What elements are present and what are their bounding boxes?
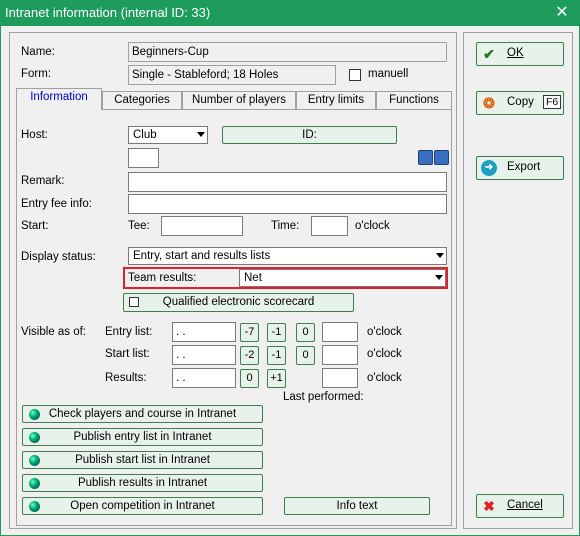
globe-icon (29, 455, 40, 466)
start-list-label: Start list: (105, 348, 150, 360)
publish-entry-list-label: Publish entry list in Intranet (73, 431, 212, 443)
check-players-label: Check players and course in Intranet (48, 408, 237, 420)
publish-entry-list-button[interactable]: Publish entry list in Intranet (22, 428, 263, 446)
tab-entry-limits[interactable]: Entry limits (296, 91, 376, 109)
start-oclock-label: o'clock (367, 348, 402, 360)
display-status-label: Display status: (21, 251, 96, 263)
entry-minus7-button[interactable]: -7 (240, 323, 259, 342)
results-date[interactable]: . . (172, 368, 236, 388)
start-label: Start: (21, 220, 49, 232)
app-window: Intranet information (internal ID: 33) ✕… (0, 0, 580, 536)
scorecard-label: Qualified electronic scorecard (162, 296, 315, 308)
client-area: Name: Beginners-Cup Form: Single - Stabl… (1, 26, 579, 535)
team-results-value: Net (244, 272, 262, 284)
entry-minus1-button[interactable]: -1 (267, 323, 286, 342)
copy-icon: ❂ (483, 95, 495, 111)
entry-list-date[interactable]: . . (172, 322, 236, 342)
host-dropdown[interactable]: Club (128, 126, 208, 144)
tee-label: Tee: (128, 220, 150, 232)
tab-number-of-players[interactable]: Number of players (182, 91, 296, 109)
publish-results-label: Publish results in Intranet (77, 477, 208, 489)
ok-label: OK (507, 47, 524, 59)
entry-time-field[interactable] (322, 322, 358, 342)
publish-start-list-button[interactable]: Publish start list in Intranet (22, 451, 263, 469)
search-icon[interactable] (434, 150, 449, 165)
info-text-button[interactable]: Info text (284, 497, 430, 515)
display-status-value: Entry, start and results lists (133, 250, 271, 262)
host-value: Club (133, 129, 157, 141)
form-label: Form: (21, 68, 52, 80)
copy-label: Copy (507, 96, 534, 108)
ok-button[interactable]: ✔ OK (476, 42, 564, 66)
start-time-field[interactable] (322, 345, 358, 365)
export-icon: ➜ (481, 160, 497, 176)
tab-functions[interactable]: Functions (376, 91, 452, 109)
title-bar: Intranet information (internal ID: 33) ✕ (0, 0, 580, 26)
close-icon: ✖ (483, 498, 495, 514)
start-zero-button[interactable]: 0 (296, 346, 315, 365)
id-button[interactable]: ID: (222, 126, 397, 144)
results-time-field[interactable] (322, 368, 358, 388)
oclock-label: o'clock (355, 220, 390, 232)
manual-label: manuell (368, 68, 409, 80)
cancel-label: Cancel (507, 499, 543, 511)
visible-as-of-label: Visible as of: (21, 326, 86, 338)
chevron-down-icon (435, 275, 443, 280)
globe-icon (29, 409, 40, 420)
tab-information[interactable]: Information (16, 88, 102, 110)
host-id-field[interactable] (128, 148, 159, 168)
globe-icon (29, 501, 40, 512)
copy-shortcut: F6 (543, 95, 562, 109)
scorecard-checkbox[interactable] (129, 297, 139, 307)
entry-list-label: Entry list: (105, 326, 153, 338)
remark-field[interactable] (128, 172, 447, 192)
check-players-button[interactable]: Check players and course in Intranet (22, 405, 263, 423)
form-field[interactable]: Single - Stableford; 18 Holes (128, 65, 336, 85)
last-performed-label: Last performed: (283, 391, 364, 403)
start-minus2-button[interactable]: -2 (240, 346, 259, 365)
export-label: Export (507, 161, 541, 173)
results-plus1-button[interactable]: +1 (267, 369, 286, 388)
tab-categories[interactable]: Categories (102, 91, 182, 109)
fee-label: Entry fee info: (21, 198, 92, 210)
publish-results-button[interactable]: Publish results in Intranet (22, 474, 263, 492)
results-label: Results: (105, 372, 147, 384)
window-title: Intranet information (internal ID: 33) (5, 5, 211, 20)
cancel-button[interactable]: ✖ Cancel (476, 494, 564, 518)
chevron-down-icon (197, 132, 205, 137)
entry-zero-button[interactable]: 0 (296, 323, 315, 342)
results-zero-button[interactable]: 0 (240, 369, 259, 388)
scorecard-button[interactable]: Qualified electronic scorecard (123, 293, 354, 312)
team-results-label: Team results: (128, 272, 197, 284)
open-competition-label: Open competition in Intranet (70, 500, 215, 512)
checkmark-icon: ✔ (483, 46, 495, 62)
close-icon[interactable]: ✕ (552, 3, 572, 23)
host-label: Host: (21, 129, 48, 141)
tee-field[interactable] (161, 216, 243, 236)
time-label: Time: (271, 220, 300, 232)
copy-button[interactable]: ❂ Copy F6 (476, 91, 564, 115)
open-competition-button[interactable]: Open competition in Intranet (22, 497, 263, 515)
name-label: Name: (21, 46, 55, 58)
globe-icon (29, 478, 40, 489)
team-results-dropdown[interactable]: Net (239, 269, 446, 287)
start-minus1-button[interactable]: -1 (267, 346, 286, 365)
publish-start-list-label: Publish start list in Intranet (75, 454, 210, 466)
globe-icon (29, 432, 40, 443)
start-list-date[interactable]: . . (172, 345, 236, 365)
display-status-dropdown[interactable]: Entry, start and results lists (128, 247, 447, 265)
chevron-down-icon (436, 253, 444, 258)
time-field[interactable] (311, 216, 348, 236)
table-icon[interactable] (418, 150, 433, 165)
manual-checkbox[interactable] (349, 69, 361, 81)
remark-label: Remark: (21, 175, 65, 187)
results-oclock-label: o'clock (367, 372, 402, 384)
entry-oclock-label: o'clock (367, 326, 402, 338)
export-button[interactable]: ➜ Export (476, 156, 564, 180)
fee-field[interactable] (128, 194, 447, 214)
name-field[interactable]: Beginners-Cup (128, 42, 447, 62)
